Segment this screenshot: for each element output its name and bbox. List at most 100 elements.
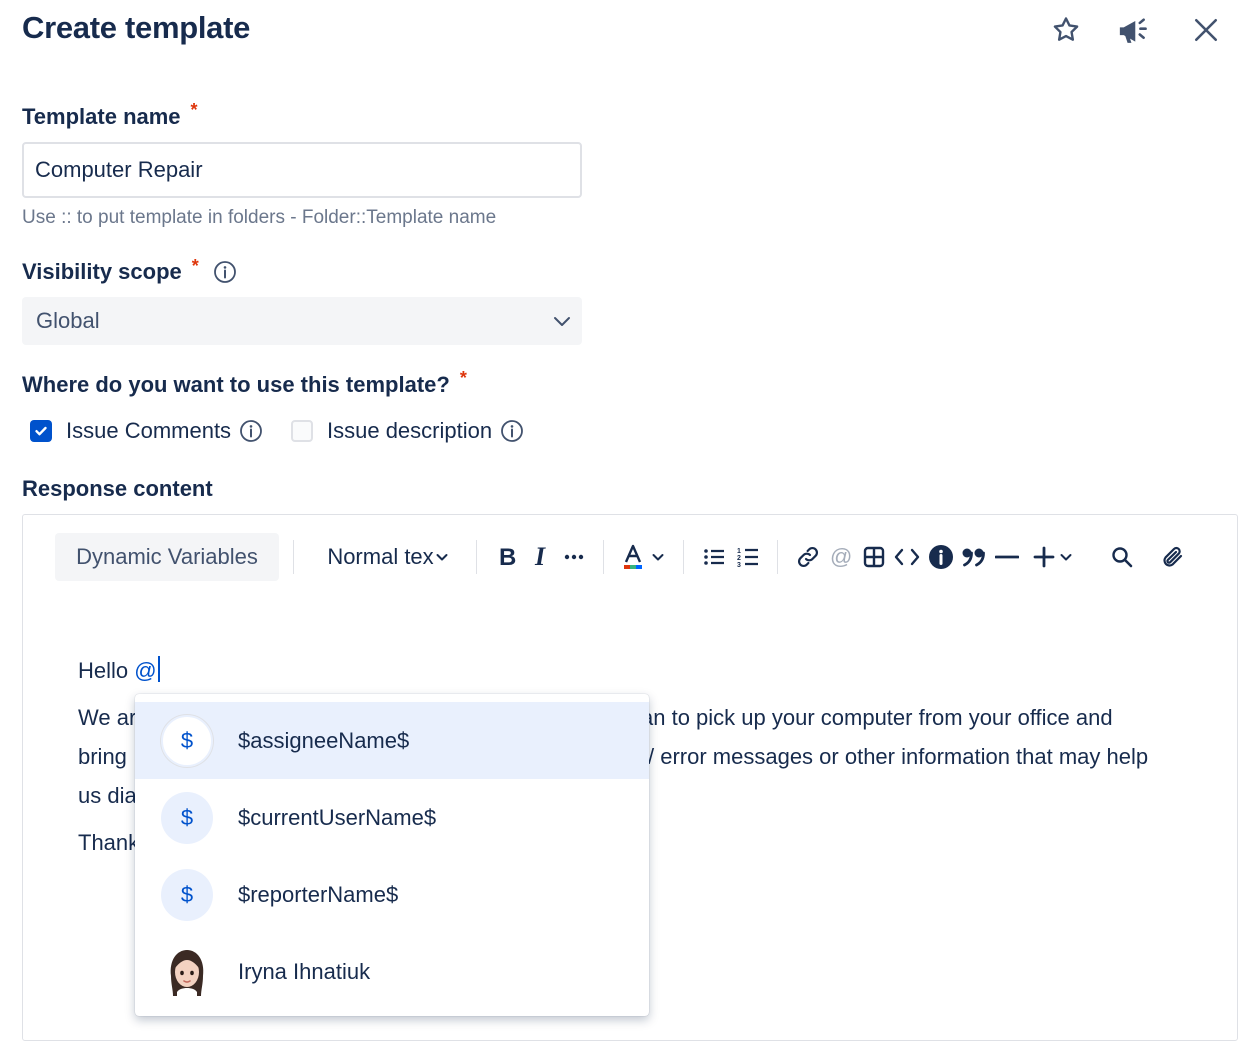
checkmark-icon (35, 426, 47, 436)
svg-text:1: 1 (737, 548, 741, 555)
visibility-scope-value: Global (36, 308, 100, 333)
visibility-scope-label-text: Visibility scope (22, 259, 182, 284)
info-panel-icon (929, 545, 953, 569)
issue-comments-label: Issue Comments (66, 418, 232, 443)
required-marker: * (190, 100, 198, 120)
issue-comments-checkbox[interactable] (30, 420, 52, 442)
issue-description-option[interactable]: Issue description (291, 416, 524, 446)
bold-button[interactable]: B (492, 533, 522, 581)
dollar-icon: $ (161, 715, 213, 767)
find-button[interactable] (1107, 533, 1137, 581)
issue-description-label: Issue description (327, 418, 493, 443)
page-title: Create template (22, 10, 251, 45)
toolbar-divider (683, 540, 684, 574)
bullet-list-button[interactable] (699, 533, 729, 581)
chevron-down-icon (1060, 554, 1072, 561)
template-name-label: Template name * (22, 100, 198, 130)
italic-icon: I (534, 545, 546, 569)
toolbar-divider (603, 540, 604, 574)
mention-suggestions-popup: $ $assigneeName$ $ $currentUserName$ $ $… (135, 694, 649, 1016)
visibility-scope-select[interactable]: Global (22, 297, 582, 345)
svg-text:3: 3 (737, 562, 741, 568)
star-button[interactable] (1046, 10, 1086, 50)
issue-description-checkbox[interactable] (291, 420, 313, 442)
horizontal-rule-icon (995, 555, 1019, 559)
svg-text:2: 2 (737, 555, 741, 562)
content-line: Hello @ (78, 651, 1198, 690)
toolbar-divider (777, 540, 778, 574)
more-formatting-button[interactable] (559, 533, 589, 581)
response-content-label: Response content (22, 476, 213, 501)
plus-icon (1033, 546, 1055, 568)
megaphone-icon (1119, 18, 1147, 43)
svg-text:@: @ (830, 545, 852, 569)
toolbar-divider (293, 540, 294, 574)
italic-button[interactable]: I (526, 533, 556, 581)
mention-option[interactable]: $ $currentUserName$ (135, 779, 649, 856)
more-icon (564, 554, 584, 560)
content-text: We ar (78, 705, 137, 730)
chevron-down-icon (652, 554, 664, 561)
quote-icon (962, 548, 985, 567)
user-avatar (161, 946, 213, 998)
dollar-icon: $ (161, 792, 213, 844)
numbered-list-button[interactable]: 123 (733, 533, 763, 581)
template-name-helper: Use :: to put template in folders - Fold… (22, 207, 497, 228)
link-button[interactable] (793, 533, 823, 581)
divider-button[interactable] (992, 533, 1022, 581)
mention-option[interactable]: Iryna Ihnatiuk (135, 933, 649, 1010)
close-icon (1194, 18, 1218, 42)
content-text: us dia (78, 783, 137, 808)
table-icon (863, 546, 885, 568)
issue-comments-option[interactable]: Issue Comments (30, 416, 263, 446)
content-text: bring (78, 744, 127, 769)
text-color-button[interactable] (617, 533, 669, 581)
required-marker: * (459, 368, 467, 388)
mention-option-label: $assigneeName$ (238, 727, 410, 753)
numbered-list-icon: 123 (737, 548, 758, 568)
text-color-icon (624, 544, 642, 569)
visibility-scope-label: Visibility scope * (22, 255, 237, 285)
modal-header: Create template (0, 0, 1254, 60)
search-icon (1112, 547, 1133, 568)
usage-label: Where do you want to use this template? * (22, 368, 467, 398)
mention-button[interactable]: @ (826, 533, 856, 581)
attachment-button[interactable] (1158, 533, 1188, 581)
info-icon[interactable] (239, 419, 263, 443)
chevron-down-icon (550, 309, 574, 339)
text-caret (157, 656, 160, 682)
usage-label-text: Where do you want to use this template? (22, 372, 450, 397)
feedback-button[interactable] (1114, 10, 1154, 50)
mention-option[interactable]: $ $assigneeName$ (135, 702, 649, 779)
quote-button[interactable] (959, 533, 989, 581)
info-icon[interactable] (213, 260, 237, 284)
mention-icon: @ (830, 545, 852, 569)
toolbar-divider (476, 540, 477, 574)
mention-trigger: @ (134, 658, 157, 683)
close-button[interactable] (1186, 10, 1226, 50)
chevron-down-icon (436, 554, 448, 561)
content-text: Thank (78, 830, 140, 855)
link-icon (797, 546, 819, 568)
content-text: an to pick up your computer from your of… (641, 705, 1113, 730)
insert-button[interactable] (1027, 533, 1079, 581)
template-name-input[interactable] (22, 142, 582, 198)
mention-option[interactable]: $ $reporterName$ (135, 856, 649, 933)
content-text: / error messages or other information th… (648, 744, 1149, 769)
bold-icon: B (499, 545, 516, 569)
mention-option-label: $currentUserName$ (238, 804, 437, 830)
table-button[interactable] (859, 533, 889, 581)
code-button[interactable] (892, 533, 922, 581)
info-icon[interactable] (500, 419, 524, 443)
dynamic-variables-button[interactable]: Dynamic Variables (55, 533, 279, 581)
svg-text:B: B (499, 545, 516, 569)
required-marker: * (191, 255, 199, 276)
dollar-icon: $ (161, 869, 213, 921)
text-style-dropdown[interactable]: Normal tex (313, 533, 463, 581)
content-text: Hello (78, 658, 135, 683)
bullet-list-icon (704, 549, 724, 565)
mention-option-label: Iryna Ihnatiuk (238, 958, 371, 984)
info-panel-button[interactable] (926, 533, 956, 581)
code-icon (894, 548, 920, 566)
editor-toolbar: Dynamic Variables Normal tex B I 123 @ (55, 533, 1225, 581)
